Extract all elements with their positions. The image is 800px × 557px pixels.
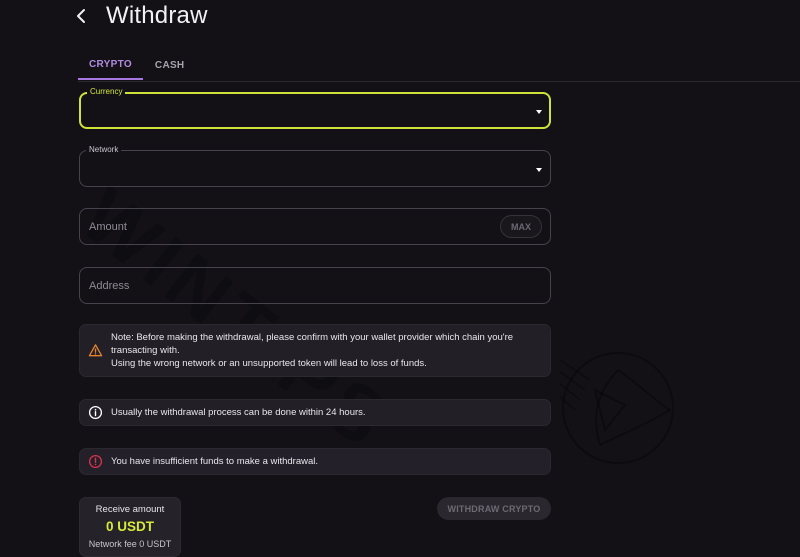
receive-amount-value: 0 USDT [105, 519, 154, 534]
tabs-divider [78, 81, 800, 82]
error-icon [88, 454, 103, 469]
chevron-left-icon [77, 9, 85, 23]
page-header: Withdraw [76, 0, 208, 32]
withdraw-tabs: CRYPTO CASH [78, 50, 196, 80]
error-text: You have insufficient funds to make a wi… [111, 456, 319, 467]
currency-select[interactable]: Currency [79, 86, 551, 129]
amount-input[interactable] [80, 209, 550, 244]
caret-down-icon [536, 167, 542, 172]
network-warning-note: Note: Before making the withdrawal, plea… [79, 324, 551, 377]
note-line-3: Using the wrong network or an unsupporte… [111, 358, 427, 369]
network-select[interactable]: Network [79, 144, 551, 187]
note-line-2: transacting with. [111, 345, 180, 356]
max-button[interactable]: MAX [500, 215, 542, 238]
network-label: Network [86, 144, 122, 156]
info-icon [88, 405, 103, 420]
processing-time-info: Usually the withdrawal process can be do… [79, 399, 551, 426]
address-field-wrapper [79, 267, 551, 304]
currency-label: Currency [87, 86, 126, 98]
soccer-ball-watermark-icon [560, 352, 674, 464]
tab-crypto[interactable]: CRYPTO [78, 50, 143, 80]
caret-down-icon [536, 109, 542, 114]
info-text: Usually the withdrawal process can be do… [111, 407, 366, 418]
back-button[interactable] [76, 4, 94, 28]
receive-amount-card: Receive amount 0 USDT Network fee 0 USDT [79, 497, 181, 557]
note-line-1: Note: Before making the withdrawal, plea… [111, 332, 514, 343]
page-title: Withdraw [106, 2, 208, 29]
receive-amount-label: Receive amount [95, 504, 165, 515]
insufficient-funds-error: You have insufficient funds to make a wi… [79, 448, 551, 475]
network-fee-text: Network fee 0 USDT [88, 539, 172, 549]
amount-field-wrapper: MAX [79, 208, 551, 245]
address-input[interactable] [80, 268, 550, 303]
warning-icon [88, 344, 103, 357]
withdraw-crypto-button[interactable]: WITHDRAW CRYPTO [437, 497, 551, 520]
withdraw-page: WINTIPS Withdraw CRYPTO CASH Currency Ne… [0, 0, 800, 557]
tab-cash[interactable]: CASH [143, 50, 197, 80]
